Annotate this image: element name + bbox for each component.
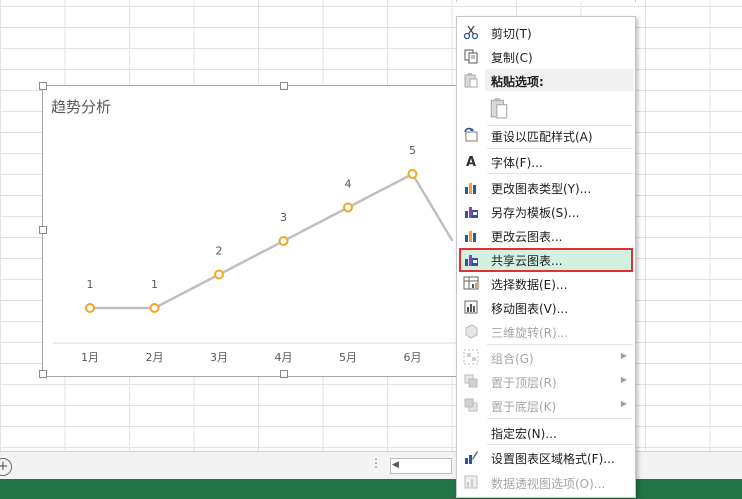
series-line[interactable] (90, 172, 454, 310)
data-label: 1 (87, 278, 94, 291)
menu-item-cut[interactable]: 剪切(T) (457, 21, 635, 43)
menu-item-label: 粘贴选项: (491, 75, 544, 89)
pivot-options-icon (464, 475, 478, 489)
menu-item-save-template[interactable]: 另存为模板(S)... (457, 200, 635, 222)
svg-text:A: A (466, 155, 476, 169)
chart-area[interactable]: 趋势分析 1 1月 1 2月 2 3月 3 4月 4 5月 5 6月 (39, 82, 526, 378)
menu-item-label: 指定宏(N)... (491, 427, 557, 441)
menu-separator (487, 173, 633, 174)
menu-item-label: 置于顶层(R) (491, 376, 557, 390)
resize-handle[interactable] (39, 82, 47, 90)
menu-separator (487, 344, 633, 345)
resize-handle[interactable] (280, 370, 288, 378)
data-point[interactable] (85, 303, 95, 313)
share-cloud-chart-icon (465, 255, 478, 266)
menu-item-label: 组合(G) (491, 352, 534, 366)
x-tick-label: 2月 (146, 351, 164, 364)
format-chart-icon (465, 451, 478, 464)
menu-item-change-chart-type[interactable]: 更改图表类型(Y)... (457, 176, 635, 198)
menu-item-group: 组合(G) ▶ (457, 346, 635, 368)
data-label: 1 (151, 278, 158, 291)
x-tick-label: 6月 (404, 351, 422, 364)
resize-handle[interactable] (39, 226, 47, 234)
menu-item-label: 更改图表类型(Y)... (491, 182, 592, 196)
data-point[interactable] (278, 236, 289, 246)
paste-option-icon (490, 98, 508, 119)
chart-type-icon (465, 183, 476, 194)
add-sheet-button[interactable]: + (0, 458, 12, 476)
menu-item-select-data[interactable]: 选择数据(E)... (457, 272, 635, 294)
menu-item-label: 重设以匹配样式(A) (491, 130, 593, 144)
menu-item-label: 选择数据(E)... (491, 278, 568, 292)
data-label: 2 (216, 245, 223, 258)
send-back-icon (464, 398, 478, 412)
cloud-chart-icon (465, 231, 476, 242)
drag-dots-icon[interactable]: ⋮ (370, 456, 382, 470)
menu-item-label: 共享云图表... (491, 254, 563, 268)
x-tick-label: 5月 (339, 351, 357, 364)
menu-item-label: 剪切(T) (491, 27, 532, 41)
reset-style-icon (464, 127, 478, 142)
scroll-left-icon[interactable]: ◀ (392, 460, 399, 470)
menu-item-label: 另存为模板(S)... (491, 206, 580, 220)
menu-item-pivot-chart-options: 数据透视图选项(O)... (457, 471, 635, 493)
menu-item-font[interactable]: A 字体(F)... (457, 150, 635, 172)
submenu-arrow-icon: ▶ (620, 399, 627, 408)
menu-separator (487, 418, 633, 419)
submenu-arrow-icon: ▶ (620, 351, 627, 360)
data-label: 5 (409, 144, 416, 157)
font-icon: A (466, 155, 476, 169)
resize-handle[interactable] (280, 82, 288, 90)
menu-item-change-cloud-chart[interactable]: 更改云图表... (457, 224, 635, 246)
menu-item-label: 设置图表区域格式(F)... (491, 452, 615, 466)
menu-item-label: 复制(C) (491, 51, 533, 65)
menu-item-reset-style[interactable]: 重设以匹配样式(A) (457, 124, 635, 146)
resize-handle[interactable] (39, 370, 47, 378)
data-point[interactable] (214, 269, 224, 280)
menu-item-label: 字体(F)... (491, 156, 543, 170)
menu-item-copy[interactable]: 复制(C) (457, 45, 635, 67)
scissors-icon (463, 25, 479, 40)
context-menu: 剪切(T) 复制(C) 粘贴选项: 重设以匹配样式(A) A 字体(F)... … (456, 16, 636, 498)
menu-item-move-chart[interactable]: 移动图表(V)... (457, 296, 635, 318)
bring-front-icon (464, 374, 478, 388)
3d-rotate-icon (465, 324, 478, 339)
menu-item-send-to-back: 置于底层(K) ▶ (457, 394, 635, 416)
line-chart: 1 1月 1 2月 2 3月 3 4月 4 5月 5 6月 (53, 144, 458, 364)
horizontal-scrollbar[interactable] (390, 458, 452, 474)
x-tick-label: 1月 (81, 351, 99, 364)
data-point[interactable] (149, 303, 160, 313)
data-label: 4 (345, 178, 352, 191)
menu-item-paste-option[interactable] (457, 95, 635, 123)
data-point[interactable] (343, 202, 353, 213)
menu-separator (487, 148, 633, 149)
x-tick-label: 4月 (275, 351, 293, 364)
menu-item-paste-options: 粘贴选项: (457, 69, 635, 91)
paste-icon (464, 73, 478, 88)
save-template-icon (465, 207, 478, 218)
menu-item-bring-to-front: 置于顶层(R) ▶ (457, 370, 635, 392)
copy-icon (464, 49, 478, 64)
menu-item-share-cloud-chart[interactable]: 共享云图表... (457, 248, 635, 270)
menu-item-label: 数据透视图选项(O)... (491, 477, 606, 491)
menu-item-label: 移动图表(V)... (491, 302, 569, 316)
data-point[interactable] (407, 169, 418, 179)
menu-item-assign-macro[interactable]: 指定宏(N)... (457, 421, 635, 443)
select-data-icon (463, 276, 479, 290)
x-tick-label: 3月 (210, 351, 228, 364)
menu-item-label: 更改云图表... (491, 230, 563, 244)
data-label: 3 (280, 211, 287, 224)
menu-top-edge (456, 0, 636, 2)
move-chart-icon (464, 300, 478, 314)
submenu-arrow-icon: ▶ (620, 375, 627, 384)
menu-item-format-chart-area[interactable]: 设置图表区域格式(F)... (457, 446, 635, 468)
menu-item-label: 三维旋转(R)... (491, 326, 569, 340)
group-icon (463, 349, 479, 365)
menu-item-label: 置于底层(K) (491, 400, 557, 414)
menu-separator (487, 444, 633, 445)
menu-item-3d-rotation: 三维旋转(R)... (457, 320, 635, 342)
